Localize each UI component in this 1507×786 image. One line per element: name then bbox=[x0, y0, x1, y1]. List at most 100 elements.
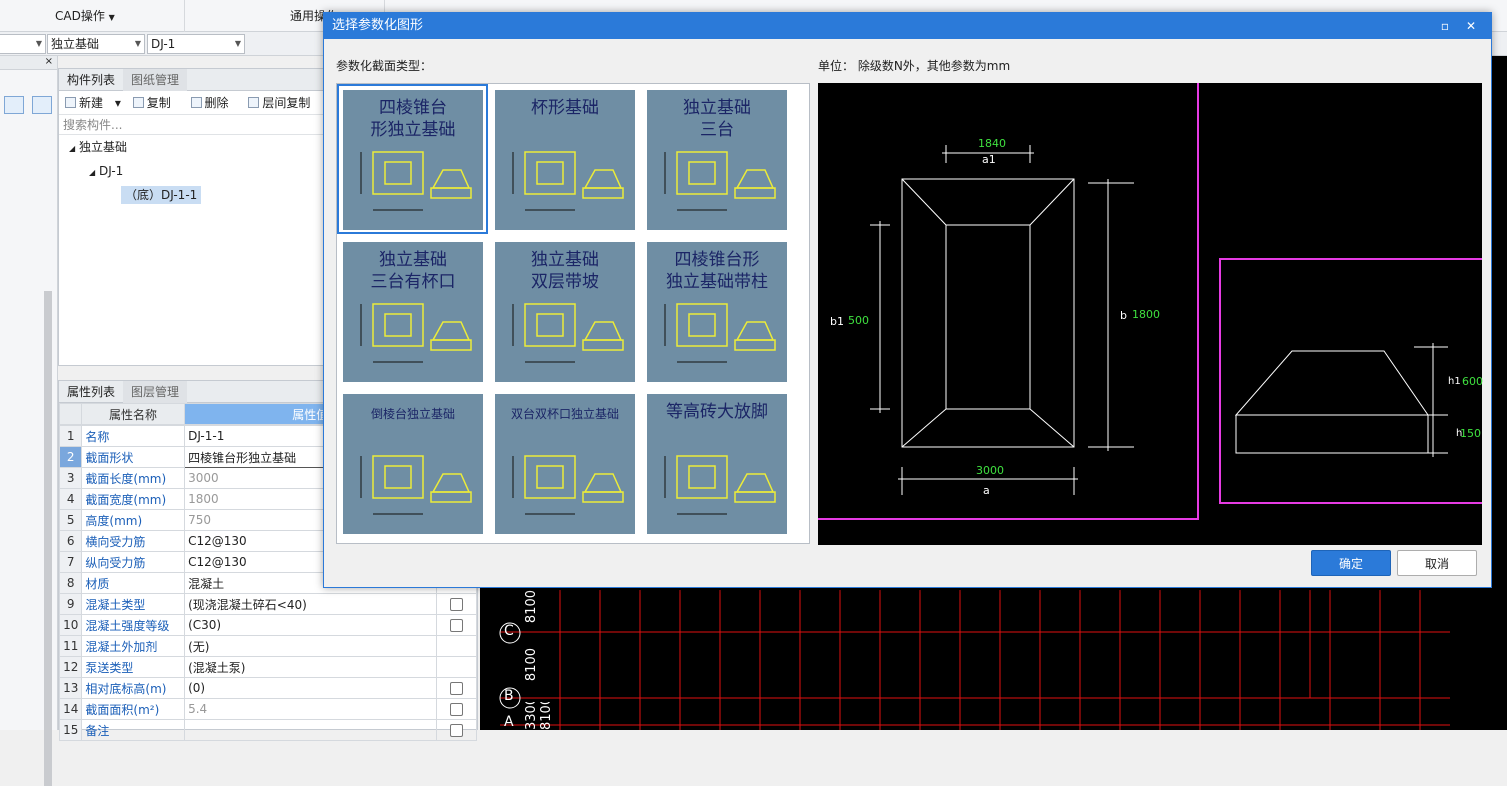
row-number: 6 bbox=[58, 530, 83, 552]
row-number: 7 bbox=[58, 551, 83, 573]
checkbox[interactable] bbox=[449, 703, 463, 716]
tree-node-leaf[interactable]: （底）DJ-1-1 bbox=[59, 183, 325, 207]
property-check-cell bbox=[435, 719, 478, 741]
property-value[interactable]: (C30) bbox=[184, 614, 437, 636]
thumb-image: 四棱锥台 形独立基础 bbox=[343, 90, 483, 230]
row-number: 1 bbox=[58, 425, 83, 447]
property-name: 截面长度(mm) bbox=[81, 467, 186, 489]
floor-combo[interactable]: ▼ bbox=[0, 34, 46, 54]
copy-label: 复制 bbox=[146, 96, 171, 110]
checkbox[interactable] bbox=[449, 682, 463, 695]
row-number: 3 bbox=[58, 467, 83, 489]
property-value[interactable]: 5.4 bbox=[184, 698, 437, 720]
shape-thumb-9[interactable]: 等高砖大放脚 bbox=[641, 388, 792, 538]
row-number: 10 bbox=[58, 614, 83, 636]
row-number: 5 bbox=[58, 509, 83, 531]
row-number: 15 bbox=[58, 719, 83, 741]
property-check-cell bbox=[435, 698, 478, 720]
thumb-image: 杯形基础 bbox=[495, 90, 635, 230]
nav-strip: × bbox=[0, 56, 58, 786]
cancel-button[interactable]: 取消 bbox=[1397, 550, 1477, 576]
thumb-title-1: 独立基础 bbox=[531, 250, 599, 270]
table-row[interactable]: 13 相对底标高(m) (0) bbox=[58, 677, 478, 699]
shape-thumb-8[interactable]: 双台双杯口独立基础 bbox=[489, 388, 640, 538]
table-row[interactable]: 12 泵送类型 (混凝土泵) bbox=[58, 656, 478, 678]
cad-ops-menu[interactable]: CAD操作 ▼ bbox=[0, 0, 185, 32]
table-row[interactable]: 10 混凝土强度等级 (C30) bbox=[58, 614, 478, 636]
scrollbar[interactable] bbox=[44, 291, 52, 786]
tab-component-list[interactable]: 构件列表 bbox=[59, 69, 123, 91]
property-name: 混凝土外加剂 bbox=[81, 635, 186, 657]
shape-thumb-5[interactable]: 独立基础 双层带坡 bbox=[489, 236, 640, 386]
table-row[interactable]: 11 混凝土外加剂 (无) bbox=[58, 635, 478, 657]
row-number: 8 bbox=[58, 572, 83, 594]
dim-label-2: 8100 bbox=[524, 648, 539, 682]
checkbox[interactable] bbox=[449, 619, 463, 632]
shape-thumb-2[interactable]: 杯形基础 bbox=[489, 84, 640, 234]
shape-preview: 1840 a1 b1 500 b 1800 3000 a h1 600 h 15… bbox=[801, 80, 1486, 545]
copy-button[interactable]: 复制 bbox=[132, 96, 179, 110]
tree-leaf-label: （底）DJ-1-1 bbox=[121, 186, 202, 204]
grid-view-icon[interactable] bbox=[32, 96, 52, 114]
shape-thumb-1[interactable]: 四棱锥台 形独立基础 bbox=[337, 84, 488, 234]
h1-value: 600 bbox=[1462, 375, 1483, 388]
ok-button[interactable]: 确定 bbox=[1311, 550, 1391, 576]
row-number: 2 bbox=[58, 446, 83, 468]
property-value[interactable]: (现浇混凝土碎石<40) bbox=[184, 593, 437, 615]
property-value[interactable]: (无) bbox=[184, 635, 437, 657]
search-input[interactable]: 搜索构件... bbox=[59, 115, 325, 135]
checkbox[interactable] bbox=[449, 724, 463, 737]
table-row[interactable]: 15 备注 bbox=[58, 719, 478, 741]
property-name: 相对底标高(m) bbox=[81, 677, 186, 699]
property-value[interactable]: (混凝土泵) bbox=[184, 656, 437, 678]
dim-label-1: 8100 bbox=[524, 590, 539, 624]
b-label: b bbox=[1120, 309, 1127, 322]
floor-copy-button[interactable]: 层间复制 bbox=[248, 96, 318, 110]
thumb-title-2: 双层带坡 bbox=[531, 272, 599, 292]
collapse-icon[interactable]: ◢ bbox=[69, 144, 75, 153]
collapse-icon[interactable]: ◢ bbox=[89, 168, 95, 177]
shape-thumb-7[interactable]: 倒棱台独立基础 bbox=[337, 388, 488, 538]
row-number: 9 bbox=[58, 593, 83, 615]
col-header-name: 属性名称 bbox=[81, 403, 185, 425]
new-label: 新建 bbox=[79, 96, 104, 110]
close-icon[interactable]: ✕ bbox=[1459, 13, 1483, 39]
thumb-image: 四棱锥台形 独立基础带柱 bbox=[647, 242, 787, 382]
shape-thumb-6[interactable]: 四棱锥台形 独立基础带柱 bbox=[641, 236, 792, 386]
tree-node-child[interactable]: ◢ DJ-1 bbox=[59, 159, 325, 183]
tree-node-root[interactable]: ◢ 独立基础 bbox=[59, 135, 325, 159]
delete-button[interactable]: 删除 bbox=[190, 96, 237, 110]
tree-root-label: 独立基础 bbox=[78, 140, 127, 154]
tab-layer-mgmt[interactable]: 图层管理 bbox=[123, 381, 188, 403]
item-combo[interactable]: DJ-1 ▼ bbox=[147, 34, 245, 54]
shape-thumb-3[interactable]: 独立基础 三台 bbox=[641, 84, 792, 234]
property-name: 纵向受力筋 bbox=[81, 551, 186, 573]
close-icon[interactable]: × bbox=[0, 56, 57, 70]
property-check-cell bbox=[435, 593, 478, 615]
axis-label-b: B bbox=[504, 688, 514, 704]
item-combo-value: DJ-1 bbox=[151, 37, 176, 51]
h-value: 150 bbox=[1460, 427, 1481, 440]
thumb-title-2: 形独立基础 bbox=[370, 120, 456, 140]
maximize-icon[interactable]: ▫ bbox=[1433, 13, 1457, 39]
tab-properties[interactable]: 属性列表 bbox=[59, 381, 123, 403]
a1-value: 1840 bbox=[978, 137, 1006, 150]
row-number: 12 bbox=[58, 656, 83, 678]
property-name: 截面形状 bbox=[81, 446, 186, 468]
component-list-panel: 构件列表 图纸管理 新建 ▾ 复制 删除 层间复制 搜索构件... ◢ 独立基础 … bbox=[58, 68, 326, 366]
dim-label-3: 3300 8100 bbox=[524, 702, 554, 730]
tab-drawing-mgmt[interactable]: 图纸管理 bbox=[123, 69, 188, 91]
checkbox[interactable] bbox=[449, 598, 463, 611]
property-value[interactable] bbox=[184, 719, 437, 741]
thumb-title-1: 四棱锥台形 bbox=[674, 250, 760, 270]
type-combo[interactable]: 独立基础 ▼ bbox=[47, 34, 145, 54]
table-row[interactable]: 14 截面面积(m²) 5.4 bbox=[58, 698, 478, 720]
property-value[interactable]: (0) bbox=[184, 677, 437, 699]
floor-copy-icon bbox=[248, 97, 260, 108]
new-button[interactable]: 新建 ▾ bbox=[65, 96, 121, 110]
h1-label: h1 bbox=[1448, 376, 1461, 387]
b1-label: b1 bbox=[830, 315, 844, 328]
list-view-icon[interactable] bbox=[4, 96, 24, 114]
table-row[interactable]: 9 混凝土类型 (现浇混凝土碎石<40) bbox=[58, 593, 478, 615]
shape-thumb-4[interactable]: 独立基础 三台有杯口 bbox=[337, 236, 488, 386]
